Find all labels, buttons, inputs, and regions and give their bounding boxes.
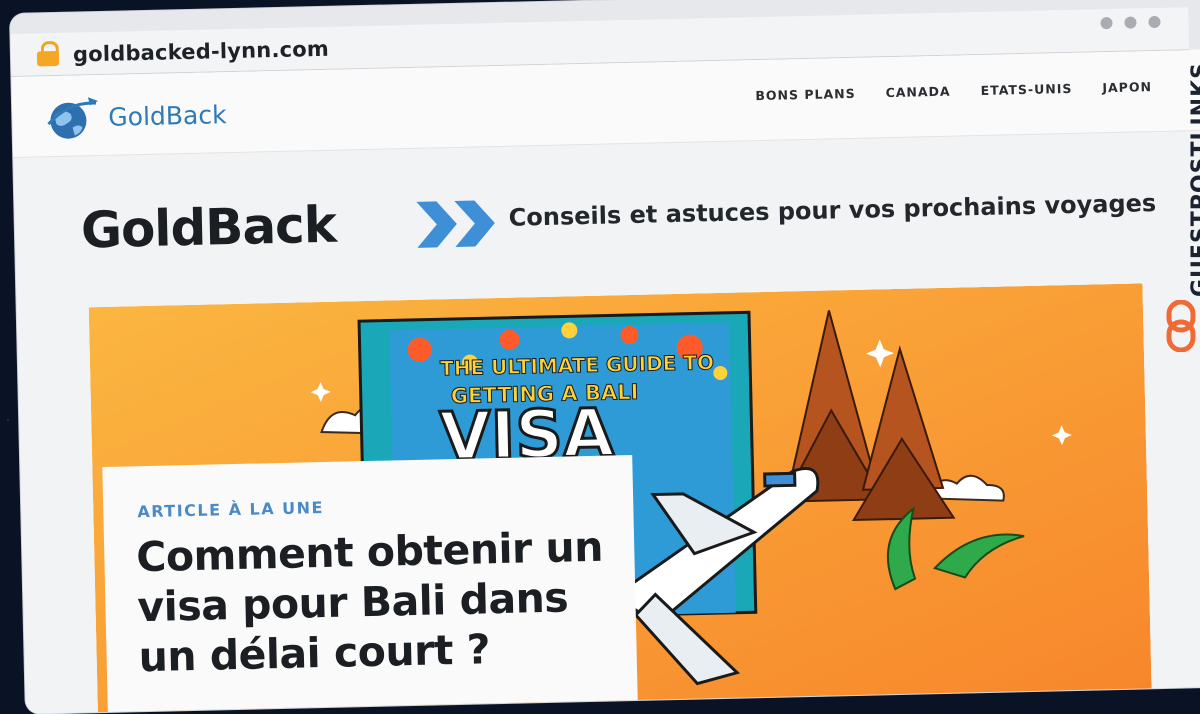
url-text[interactable]: goldbacked-lynn.com (73, 37, 330, 67)
window-dot-icon[interactable] (1148, 15, 1161, 29)
menu-item-bons-plans[interactable]: BONS PLANS (755, 86, 856, 103)
site-tagline: Conseils et astuces pour vos prochains v… (508, 189, 1157, 232)
double-chevron-icon (416, 200, 495, 248)
site-logo[interactable]: GoldBack (44, 90, 227, 142)
watermark-text: GUESTPOSTLINKS (1188, 62, 1200, 297)
hero-heading: GoldBack (80, 196, 336, 260)
menu-item-canada[interactable]: CANADA (885, 84, 950, 100)
lock-icon (36, 40, 60, 67)
featured-article-title[interactable]: Comment obtenir un visa pour Bali dans u… (136, 521, 619, 682)
globe-plane-icon (47, 97, 98, 139)
menu-item-japon[interactable]: JAPON (1102, 79, 1152, 95)
window-dot-icon[interactable] (1100, 16, 1113, 30)
window-dot-icon[interactable] (1124, 16, 1137, 29)
featured-kicker: ARTICLE À LA UNE (137, 498, 325, 522)
logo-text: GoldBack (108, 99, 227, 132)
browser-window: goldbacked-lynn.com GoldBack BONS PLANS (10, 0, 1200, 714)
menu-item-etats-unis[interactable]: ETATS-UNIS (980, 81, 1072, 98)
web-page: GoldBack BONS PLANS CANADA ETATS-UNIS JA… (11, 49, 1200, 714)
site-title[interactable]: GoldBack (80, 196, 336, 260)
chain-link-icon (1166, 300, 1196, 352)
window-controls (1100, 15, 1161, 30)
featured-article-card[interactable]: ARTICLE À LA UNE Comment obtenir un visa… (102, 454, 639, 714)
main-menu: BONS PLANS CANADA ETATS-UNIS JAPON (755, 79, 1152, 103)
